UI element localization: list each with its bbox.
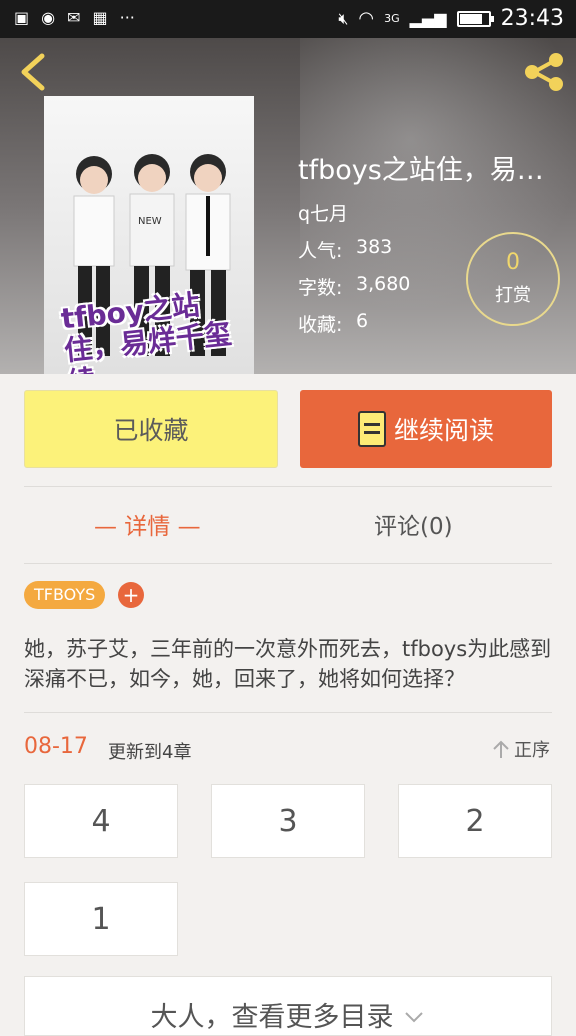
stat-label: 人气:: [298, 240, 343, 262]
chapter-button[interactable]: 2: [398, 784, 552, 858]
status-bar: ▣ ◉ ✉ ▦ ··· 🔇︎ ◠ 3G ▂▄▆ 23:43: [0, 0, 576, 38]
status-time: 23:43: [500, 6, 564, 31]
book-description: 她，苏子艾，三年前的一次意外而死去，tfboys为此感到深痛不已，如今，她，回来…: [24, 637, 552, 691]
sort-order-label: 正序: [514, 740, 550, 761]
tab-detail[interactable]: — 详情 —: [94, 507, 201, 541]
sort-arrow-icon: [493, 740, 509, 758]
favorited-button[interactable]: 已收藏: [24, 390, 278, 468]
stat-label: 字数:: [298, 277, 343, 299]
stat-value: 6: [356, 310, 369, 332]
gallery-notification-icon: ▣: [14, 8, 30, 27]
chapter-button[interactable]: 1: [24, 882, 178, 956]
chapter-button[interactable]: 3: [211, 784, 365, 858]
back-arrow-icon[interactable]: [16, 52, 50, 92]
share-icon[interactable]: [522, 52, 566, 92]
book-author[interactable]: q七月: [298, 199, 568, 226]
update-text: 更新到4章: [108, 742, 192, 763]
tag-chip[interactable]: TFBOYS: [24, 581, 106, 609]
network-type: 3G: [384, 12, 400, 25]
battery-icon: [456, 10, 494, 27]
chapter-button[interactable]: 4: [24, 784, 178, 858]
stat-value: 383: [356, 236, 393, 258]
book-header: NEW tfboy之站住，易烊千玺续 tfboys之站住，易烊千玺续 q七月 人…: [0, 38, 576, 374]
chat-notification-icon: ◉: [41, 8, 56, 27]
tip-count: 0: [506, 250, 520, 275]
mute-icon: 🔇︎: [338, 8, 349, 28]
signal-icon: ▂▄▆: [409, 9, 447, 28]
svg-text:NEW: NEW: [138, 216, 162, 227]
book-title: tfboys之站住，易烊千玺续: [298, 155, 568, 186]
divider: [24, 712, 552, 713]
more-chapters-button[interactable]: 大人，查看更多目录: [24, 976, 552, 1036]
continue-reading-label: 继续阅读: [393, 416, 494, 445]
more-notifications-icon: ···: [119, 8, 135, 27]
divider: [24, 563, 552, 564]
chevron-down-icon: [404, 1012, 423, 1023]
continue-reading-button[interactable]: 继续阅读: [300, 390, 552, 468]
tip-button[interactable]: 0 打赏: [466, 232, 560, 326]
tab-comments[interactable]: 评论(0): [374, 507, 453, 541]
app-notification-icon: ▦: [92, 8, 108, 27]
tip-label: 打赏: [495, 285, 531, 306]
mail-notification-icon: ✉: [67, 8, 81, 27]
book-cover-image[interactable]: NEW tfboy之站住，易烊千玺续: [44, 96, 254, 374]
divider: [24, 486, 552, 487]
stat-label: 收藏:: [298, 314, 343, 336]
add-tag-button[interactable]: +: [118, 582, 144, 608]
book-icon: [357, 411, 386, 447]
stat-value: 3,680: [356, 273, 411, 295]
favorited-label: 已收藏: [113, 416, 189, 445]
update-date: 08-17: [24, 734, 88, 759]
more-chapters-label: 大人，查看更多目录: [150, 1002, 394, 1033]
wifi-icon: ◠: [358, 8, 375, 29]
sort-order-button[interactable]: 正序: [492, 736, 550, 762]
